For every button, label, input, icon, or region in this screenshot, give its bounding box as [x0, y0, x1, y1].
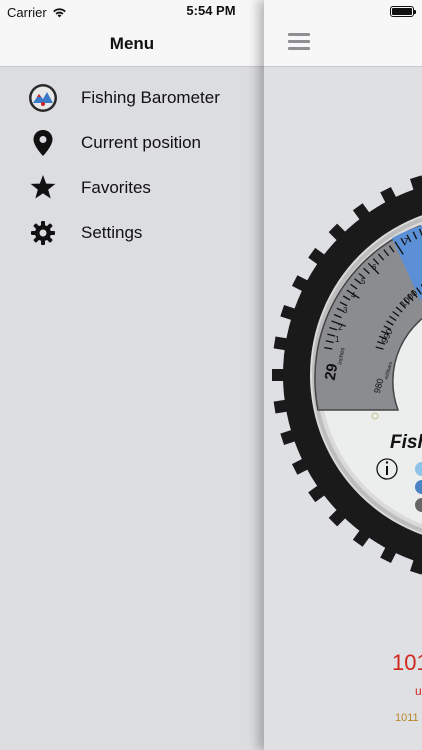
menu-list: Fishing Barometer Current position Favor…	[0, 75, 264, 255]
gauge-title: Fish	[390, 432, 422, 453]
inch-tenth-1: 1	[335, 335, 340, 344]
menu-item-label: Favorites	[81, 177, 151, 197]
fishing-barometer-app-icon	[28, 83, 58, 113]
barometer-gauge: 29 inches 980 990 1000 millibars 1 2 3 4…	[272, 175, 422, 575]
menu-item-label: Settings	[81, 222, 143, 242]
cog-tooth	[272, 369, 288, 381]
menu-title: Menu	[109, 34, 155, 53]
gear-icon	[28, 218, 58, 248]
cog-tooth	[273, 399, 292, 414]
inch-tenth-3: 3	[343, 306, 348, 315]
pressure-value: 101	[392, 650, 422, 675]
cog-tooth	[273, 336, 292, 351]
menu-item-current-position[interactable]: Current position	[0, 120, 264, 165]
inch-tenth-5: 5	[361, 277, 366, 286]
menu-item-label: Current position	[81, 132, 202, 152]
menu-header: Carrier 5:54 PM Menu	[0, 0, 264, 67]
inch-tenth-6: 6	[372, 263, 377, 272]
side-menu: Carrier 5:54 PM Menu Fishing Barometer C…	[0, 0, 264, 750]
inch-tenth-2: 2	[338, 323, 343, 332]
menu-item-favorites[interactable]: Favorites	[0, 165, 264, 210]
location-pin-icon	[28, 128, 58, 158]
menu-item-fishing-barometer[interactable]: Fishing Barometer	[0, 75, 264, 120]
inch-tenth-7: 7	[404, 237, 409, 246]
pressure-secondary: 1011	[395, 712, 419, 724]
menu-item-settings[interactable]: Settings	[0, 210, 264, 255]
main-content: 29 inches 980 990 1000 millibars 1 2 3 4…	[264, 0, 422, 750]
inch-tenth-4: 4	[351, 291, 356, 300]
star-icon	[28, 173, 58, 203]
menu-item-label: Fishing Barometer	[81, 87, 220, 107]
pressure-unit: u	[415, 684, 422, 698]
